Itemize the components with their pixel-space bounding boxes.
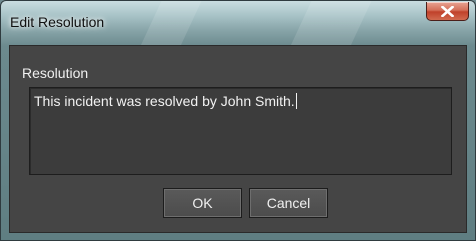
dialog-window: Edit Resolution Resolution This incident… (0, 0, 476, 241)
close-icon (441, 5, 454, 17)
title-bar[interactable]: Edit Resolution (1, 1, 475, 45)
resolution-text: This incident was resolved by John Smith… (34, 93, 295, 109)
text-caret (295, 93, 297, 109)
resolution-label: Resolution (22, 65, 89, 81)
window-title: Edit Resolution (10, 14, 105, 30)
resolution-textarea[interactable]: This incident was resolved by John Smith… (29, 87, 452, 175)
close-button[interactable] (426, 2, 469, 21)
ok-button[interactable]: OK (163, 188, 242, 218)
cancel-button[interactable]: Cancel (249, 188, 328, 218)
